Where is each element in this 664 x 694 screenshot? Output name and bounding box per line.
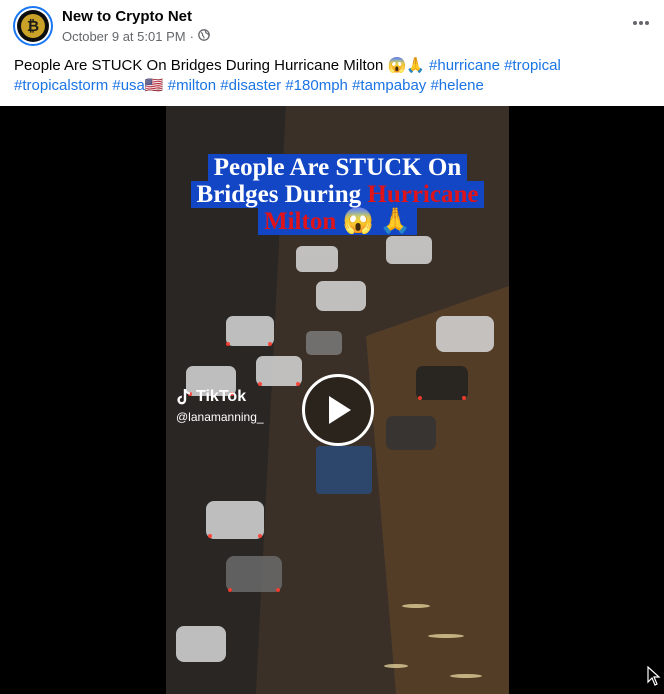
bitcoin-logo-icon: ₿ [17, 10, 49, 42]
hashtag-link[interactable]: #hurricane [429, 57, 500, 74]
tiktok-watermark: TikTok @lanamanning_ [176, 388, 264, 424]
post-timestamp[interactable]: October 9 at 5:01 PM [62, 29, 186, 44]
video-player[interactable]: People Are STUCK On Bridges During Hurri… [0, 106, 664, 694]
overlay-hurricane-text: Hurricane [367, 181, 479, 208]
meta-separator: · [189, 29, 194, 44]
hashtag-link[interactable]: #milton [168, 77, 216, 94]
tiktok-icon [177, 389, 191, 405]
svg-text:₿: ₿ [27, 17, 39, 35]
overlay-line-3: Milton 😱 🙏 [258, 208, 417, 235]
tiktok-brand: TikTok [196, 388, 247, 405]
hashtag-link[interactable]: #180mph [285, 77, 348, 94]
globe-icon[interactable] [198, 29, 210, 44]
avatar[interactable]: ₿ [13, 6, 53, 46]
tiktok-username: @lanamanning_ [176, 410, 264, 424]
mouse-cursor-icon [647, 665, 661, 691]
hashtag-link[interactable]: #tampabay [352, 77, 426, 94]
hashtag-link[interactable]: #disaster [220, 77, 281, 94]
post-caption: People Are STUCK On Bridges During Hurri… [14, 56, 659, 96]
more-options-button[interactable] [628, 10, 654, 36]
overlay-emoji-text: 😱 🙏 [336, 208, 411, 235]
hashtag-link[interactable]: #usa🇺🇸 [112, 77, 163, 94]
hashtag-link[interactable]: #tropicalstorm [14, 77, 108, 94]
post-meta: October 9 at 5:01 PM · [62, 29, 210, 44]
overlay-line-1: People Are STUCK On [207, 154, 468, 181]
tiktok-logo: TikTok [176, 388, 264, 406]
caption-text: People Are STUCK On Bridges During Hurri… [14, 57, 425, 74]
more-dots-icon [633, 21, 649, 25]
hashtag-link[interactable]: #helene [430, 77, 483, 94]
overlay-milton-text: Milton [264, 208, 337, 235]
hashtag-link[interactable]: #tropical [504, 57, 561, 74]
overlay-line-2: Bridges During Hurricane [190, 181, 485, 208]
post-author[interactable]: New to Crypto Net [62, 8, 192, 25]
post-header: ₿ New to Crypto Net October 9 at 5:01 PM… [0, 0, 664, 52]
play-button[interactable] [302, 374, 374, 446]
play-icon [329, 396, 351, 424]
video-frame[interactable]: People Are STUCK On Bridges During Hurri… [166, 106, 509, 694]
overlay-line-2-text: Bridges During [196, 181, 368, 208]
video-title-overlay: People Are STUCK On Bridges During Hurri… [176, 154, 499, 235]
